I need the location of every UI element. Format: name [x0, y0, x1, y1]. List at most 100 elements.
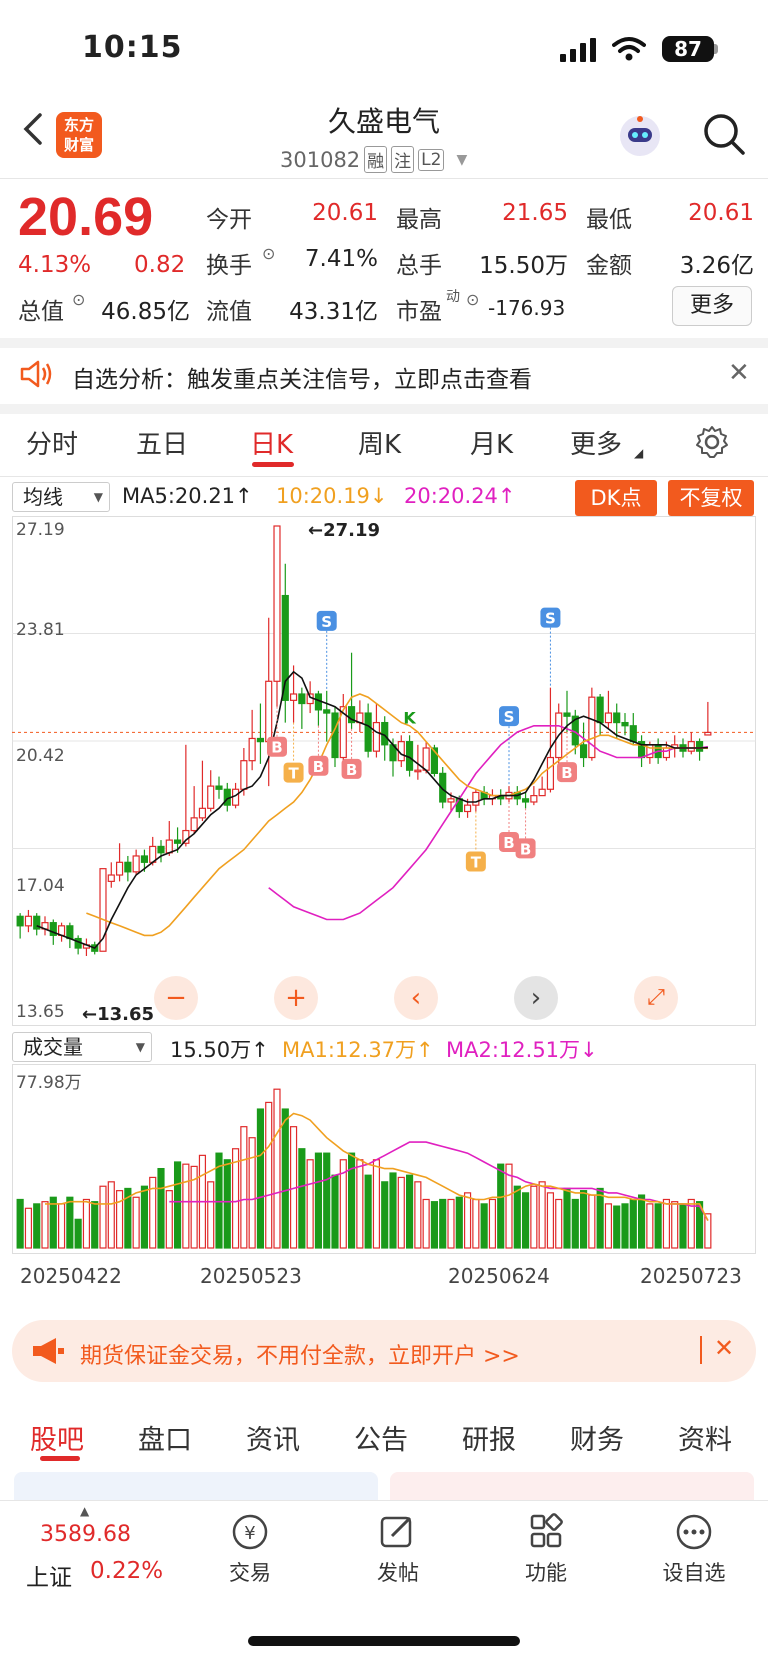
volume-bar-up [472, 1198, 480, 1249]
volume-bar-down [621, 1203, 629, 1249]
volume-chart[interactable] [12, 1064, 756, 1254]
ad-text[interactable]: 期货保证金交易，不用付全款，立即开户 >> [80, 1338, 520, 1370]
volume-label: 总手 [396, 253, 442, 279]
megaphone-icon [33, 1338, 64, 1364]
high-annotation: ←27.19 [308, 520, 381, 541]
volume-bar-down [679, 1203, 687, 1249]
tab-monthly-k[interactable]: 月K [470, 424, 513, 461]
volume-ma2-label: MA2:12.51万↓ [446, 1038, 598, 1062]
volume-bar-down [298, 1148, 306, 1249]
volume-bar-up [555, 1198, 563, 1249]
float-cap-label: 流值 [206, 299, 252, 325]
candle-up [604, 712, 613, 724]
nav-post[interactable]: 发帖 [348, 1512, 448, 1587]
scroll-left-button[interactable]: ‹ [394, 976, 438, 1020]
tab-daily-k[interactable]: 日K [250, 424, 293, 461]
volume-bar-down [521, 1192, 530, 1249]
tab-more-triangle-icon: ◢ [634, 446, 644, 460]
zoom-out-button[interactable]: − [154, 976, 198, 1020]
volume-select[interactable]: 成交量 ▼ [12, 1032, 152, 1062]
fullscreen-icon[interactable]: ⤢ [634, 976, 678, 1020]
ad-close-icon[interactable]: ✕ [714, 1334, 734, 1362]
dk-signal-button[interactable]: DK点 [575, 480, 657, 516]
active-tab-underline [252, 462, 294, 467]
ma5-label: MA5:20.21↑ [122, 484, 253, 508]
notice-text[interactable]: 自选分析：触发重点关注信号，立即点击查看 [72, 360, 532, 394]
pe-info-icon[interactable]: ⊙ [466, 290, 479, 309]
status-time: 10:15 [82, 30, 183, 65]
close-notice-icon[interactable]: ✕ [728, 358, 750, 388]
market-cap-label: 总值 [18, 299, 64, 325]
volume-bar-up [662, 1198, 671, 1249]
tab-pankou[interactable]: 盘口 [138, 1418, 192, 1457]
more-button[interactable]: 更多 [672, 286, 752, 326]
candle-up [538, 788, 546, 797]
tabs-divider [0, 476, 768, 477]
grid-functions-icon [530, 1513, 563, 1548]
open-value: 20.61 [312, 200, 378, 226]
settings-gear-icon[interactable] [694, 424, 730, 460]
zoom-in-button[interactable]: + [274, 976, 318, 1020]
tab-five-day[interactable]: 五日 [136, 424, 188, 461]
section-band-2 [0, 404, 768, 414]
indicator-dropdown-icon: ▼ [93, 490, 103, 504]
robot-assistant-icon[interactable] [616, 112, 664, 160]
volume-bar-down [331, 1174, 339, 1249]
indicator-select[interactable]: 均线 ▼ [12, 482, 110, 512]
tab-research[interactable]: 研报 [462, 1418, 516, 1457]
candle-up [115, 861, 124, 876]
tab-profile[interactable]: 资料 [678, 1418, 732, 1457]
candle-down [596, 696, 604, 724]
turnover-value: 7.41% [304, 246, 378, 272]
nav-trade[interactable]: ¥ 交易 [200, 1512, 300, 1587]
tab-news[interactable]: 资讯 [246, 1418, 300, 1457]
ma10-line [86, 693, 708, 937]
y-label-min: 13.65 [16, 1002, 65, 1022]
high-value: 21.65 [502, 200, 568, 226]
volume-bar-up [57, 1203, 66, 1249]
last-price: 20.69 [18, 187, 154, 247]
volume-bar-up [273, 1088, 281, 1249]
index-value[interactable]: 3589.68 [40, 1522, 131, 1547]
candle-up [662, 747, 671, 759]
tab-finance[interactable]: 财务 [570, 1418, 624, 1457]
tab-more[interactable]: 更多 [570, 424, 622, 461]
header-divider [0, 178, 768, 179]
kline-chart[interactable]: SSSBB BB BBTTK [12, 516, 756, 1026]
nav-functions[interactable]: 功能 [496, 1512, 596, 1587]
volume-bar-down [497, 1163, 505, 1249]
scroll-right-button[interactable]: › [514, 976, 558, 1020]
open-label: 今开 [206, 207, 252, 233]
candle-down [621, 721, 629, 727]
index-change[interactable]: 0.22% [90, 1558, 163, 1584]
volume-bar-up [107, 1181, 115, 1249]
turnover-info-icon[interactable]: ⊙ [262, 244, 275, 263]
candle-up [422, 747, 430, 771]
index-name[interactable]: 上证 [26, 1558, 72, 1592]
ma20-label: 20:20.24↑ [404, 484, 516, 508]
volume-bar-up [356, 1159, 364, 1249]
tab-guba[interactable]: 股吧 [30, 1418, 84, 1457]
volume-bar-up [82, 1198, 91, 1249]
volume-bar-down [571, 1198, 579, 1249]
volume-bar-up [488, 1198, 497, 1249]
volume-bar-up [588, 1194, 596, 1249]
tab-announcements[interactable]: 公告 [354, 1418, 408, 1457]
card-left-peek [14, 1472, 378, 1502]
volume-bar-up [231, 1148, 240, 1249]
signal-s-label: S [321, 613, 332, 631]
nav-trade-label: 交易 [229, 1561, 271, 1585]
low-value: 20.61 [688, 200, 754, 226]
volume-bar-down [613, 1205, 621, 1249]
tab-weekly-k[interactable]: 周K [358, 424, 401, 461]
search-icon[interactable] [702, 112, 746, 156]
volume-value: 15.50万 [479, 253, 568, 279]
adjustment-button[interactable]: 不复权 [668, 480, 754, 516]
float-cap-value: 43.31亿 [289, 299, 378, 325]
tab-intraday[interactable]: 分时 [26, 424, 78, 461]
market-cap-info-icon[interactable]: ⊙ [72, 290, 85, 309]
amount-label: 金额 [586, 253, 632, 279]
stock-code-row[interactable]: 301082 融 注 L2 ▼ [280, 146, 467, 173]
signal-b-label: B [346, 761, 357, 779]
nav-add-watchlist[interactable]: 设自选 [644, 1512, 744, 1587]
